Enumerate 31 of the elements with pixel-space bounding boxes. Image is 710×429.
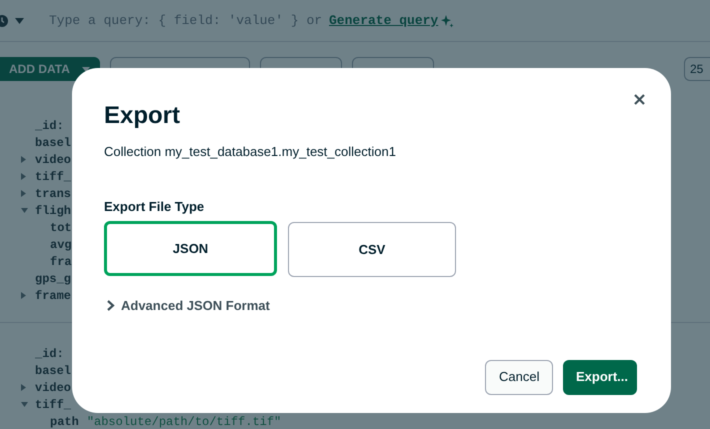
field-key: path [50,412,79,429]
sparkle-icon [440,14,454,28]
field-key: tiff_ [35,168,72,186]
file-type-label: Export File Type [104,198,206,216]
collection-name: Collection my_test_database1.my_test_collection1 [104,143,397,161]
field-key: fra [50,252,72,270]
field-key: gps_g [35,270,72,288]
field-key: basel [35,134,72,152]
file-type-option[interactable]: CSV [288,222,456,277]
field-value: "absolute/path/to/tiff.tif" [86,414,282,429]
field-key: frame [35,286,72,304]
field-key: trans [35,184,72,202]
field-key: fligh [35,202,72,220]
chevron-right-icon [107,300,115,312]
query-field[interactable]: Type a query: { field: 'value' } or [49,10,323,30]
dialog-title: Export [104,101,182,131]
advanced-json-toggle[interactable]: Advanced JSON Format [107,296,270,316]
file-type-option[interactable]: JSON [104,221,277,276]
page-size-select[interactable]: 25 [684,57,710,81]
caret-icon[interactable] [15,18,24,24]
field-key: basel [35,362,72,380]
field-key: video [35,150,72,168]
field-key: _id: [35,344,64,362]
close-icon[interactable] [634,94,645,105]
export-button[interactable]: Export... [563,360,637,394]
cancel-button[interactable]: Cancel [485,360,553,394]
field-key: video [35,378,72,396]
field-key: tiff_ [35,396,72,414]
field-key: tot [50,218,72,236]
field-key: avg [50,236,72,254]
field-key: _id: [35,116,64,134]
